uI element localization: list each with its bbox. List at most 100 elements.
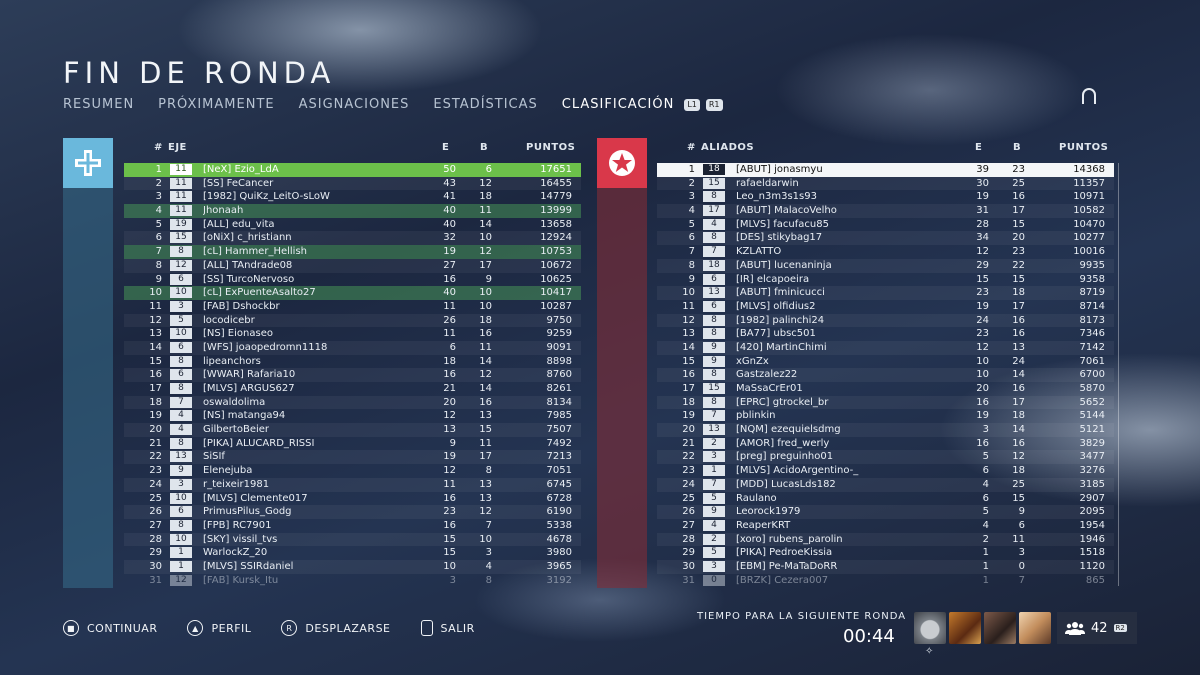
squad-badge: 7: [703, 410, 725, 422]
table-row[interactable]: 22 3 [preg] preguinho01 5 12 3477: [657, 450, 1114, 465]
scrollbar[interactable]: [1118, 163, 1119, 586]
table-row[interactable]: 25 10 [MLVS] Clemente017 16 13 6728: [124, 492, 581, 506]
points-value: 1518: [1079, 547, 1105, 559]
points-value: 8173: [1079, 314, 1105, 326]
table-row[interactable]: 19 4 [NS] matanga94 12 13 7985: [124, 409, 581, 423]
avatar[interactable]: [984, 612, 1016, 644]
table-row[interactable]: 15 9 xGnZx 10 24 7061: [657, 355, 1114, 369]
table-row[interactable]: 3 11 [1982] QuiKz_LeitO-sLoW 41 18 14779: [124, 190, 581, 204]
table-row[interactable]: 29 5 [PIKA] PedroeKissia 1 3 1518: [657, 546, 1114, 560]
table-row[interactable]: 16 8 Gastzalez22 10 14 6700: [657, 368, 1114, 382]
table-row[interactable]: 14 9 [420] MartinChimi 12 13 7142: [657, 340, 1114, 355]
squad-badge: 0: [703, 574, 725, 586]
table-row[interactable]: 31 0 [BRZK] Cezera007 1 7 865: [657, 574, 1114, 586]
avatar[interactable]: [914, 612, 946, 644]
table-row[interactable]: 30 1 [MLVS] SSIRdaniel 10 4 3965: [124, 559, 581, 574]
table-row[interactable]: 26 9 Leorock1979 5 9 2095: [657, 505, 1114, 519]
table-row[interactable]: 16 6 [WWAR] Rafaria10 16 12 8760: [124, 368, 581, 382]
table-row[interactable]: 2 11 [SS] FeCancer 43 12 16455: [124, 176, 581, 191]
table-row[interactable]: 12 5 locodicebr 26 18 9750: [124, 313, 581, 328]
profile-button[interactable]: ▲ PERFIL: [187, 620, 251, 636]
table-row[interactable]: 10 13 [ABUT] fminicucci 23 18 8719: [657, 286, 1114, 300]
table-row[interactable]: 11 3 [FAB] Dshockbr 11 10 10287: [124, 300, 581, 314]
table-row[interactable]: 8 18 [ABUT] lucenaninja 29 22 9935: [657, 258, 1114, 273]
squad-badge: 3: [703, 560, 725, 572]
tab-estadisticas[interactable]: ESTADÍSTICAS: [433, 97, 537, 112]
tab-resumen[interactable]: RESUMEN: [63, 97, 134, 112]
kills-value: 19: [443, 246, 456, 258]
tab-proximamente[interactable]: PRÓXIMAMENTE: [158, 97, 274, 112]
table-row[interactable]: 8 12 [ALL] TAndrade08 27 17 10672: [124, 258, 581, 273]
table-row[interactable]: 6 8 [DES] stikybag17 34 20 10277: [657, 231, 1114, 246]
player-rank: 2: [688, 177, 695, 189]
table-row[interactable]: 27 4 ReaperKRT 4 6 1954: [657, 519, 1114, 533]
table-row[interactable]: 24 7 [MDD] LucasLds182 4 25 3185: [657, 477, 1114, 492]
table-row[interactable]: 29 1 WarlockZ_20 15 3 3980: [124, 546, 581, 560]
table-row[interactable]: 14 6 [WFS] joaopedromn1118 6 11 9091: [124, 340, 581, 355]
table-row[interactable]: 22 13 SiSIf 19 17 7213: [124, 450, 581, 465]
table-row[interactable]: 25 5 Raulano 6 15 2907: [657, 492, 1114, 506]
axis-rows[interactable]: 1 11 [NeX] Ezio_LdA 50 6 17651 2 11 [SS] FeCance…: [124, 163, 581, 586]
table-row[interactable]: 5 4 [MLVS] facufacu85 28 15 10470: [657, 218, 1114, 232]
footer-controls: ■ CONTINUAR ▲ PERFIL R DESPLAZARSE SALIR: [63, 620, 505, 636]
table-row[interactable]: 4 17 [ABUT] MalacoVelho 31 17 10582: [657, 204, 1114, 218]
table-row[interactable]: 26 6 PrimusPilus_Godg 23 12 6190: [124, 505, 581, 519]
table-row[interactable]: 1 11 [NeX] Ezio_LdA 50 6 17651: [124, 163, 581, 177]
player-count-button[interactable]: 42 R2: [1057, 612, 1137, 644]
allies-rows[interactable]: 1 18 [ABUT] jonasmyu 39 23 14368 2 15 rafaeldarw…: [657, 163, 1114, 586]
table-row[interactable]: 21 8 [PIKA] ALUCARD_RISSI 9 11 7492: [124, 437, 581, 451]
table-row[interactable]: 24 3 r_teixeir1981 11 13 6745: [124, 477, 581, 492]
tab-asignaciones[interactable]: ASIGNACIONES: [299, 97, 410, 112]
l1-button-icon[interactable]: L1: [684, 98, 700, 111]
table-row[interactable]: 7 8 [cL] Hammer_Hellish 19 12 10753: [124, 245, 581, 259]
table-row[interactable]: 23 1 [MLVS] AcidoArgentino-_ 6 18 3276: [657, 464, 1114, 478]
table-row[interactable]: 28 10 [SKY] vissil_tvs 15 10 4678: [124, 532, 581, 547]
table-row[interactable]: 28 2 [xoro] rubens_parolin 2 11 1946: [657, 532, 1114, 547]
player-name: PrimusPilus_Godg: [203, 506, 292, 518]
table-row[interactable]: 12 8 [1982] palinchi24 24 16 8173: [657, 313, 1114, 328]
table-row[interactable]: 7 7 KZLATTO 12 23 10016: [657, 245, 1114, 259]
table-row[interactable]: 17 8 [MLVS] ARGUS627 21 14 8261: [124, 382, 581, 396]
table-row[interactable]: 4 11 Jhonaah 40 11 13999: [124, 204, 581, 218]
table-row[interactable]: 2 15 rafaeldarwin 30 25 11357: [657, 176, 1114, 191]
table-row[interactable]: 5 19 [ALL] edu_vita 40 14 13658: [124, 218, 581, 232]
table-row[interactable]: 30 3 [EBM] Pe-MaTaDoRR 1 0 1120: [657, 559, 1114, 574]
table-row[interactable]: 19 7 pblinkin 19 18 5144: [657, 409, 1114, 423]
table-row[interactable]: 18 7 oswaldolima 20 16 8134: [124, 395, 581, 410]
points-value: 7051: [546, 465, 572, 477]
table-row[interactable]: 10 10 [cL] ExPuenteAsalto27 40 10 10417: [124, 286, 581, 300]
exit-button[interactable]: SALIR: [420, 620, 475, 636]
table-row[interactable]: 23 9 Elenejuba 12 8 7051: [124, 464, 581, 478]
points-value: 9358: [1079, 273, 1105, 285]
points-value: 3829: [1079, 437, 1105, 449]
table-row[interactable]: 3 8 Leo_n3m3s1s93 19 16 10971: [657, 190, 1114, 204]
avatar[interactable]: [1019, 612, 1051, 644]
table-row[interactable]: 17 15 MaSsaCrEr01 20 16 5870: [657, 382, 1114, 396]
points-value: 7492: [546, 437, 572, 449]
table-row[interactable]: 20 4 GilbertoBeier 13 15 7507: [124, 423, 581, 437]
player-name: [BA77] ubsc501: [736, 328, 816, 340]
tab-clasificacion[interactable]: CLASIFICACIÓN: [562, 97, 675, 112]
table-row[interactable]: 31 12 [FAB] Kursk_Itu 3 8 3192: [124, 574, 581, 586]
table-row[interactable]: 15 8 lipeanchors 18 14 8898: [124, 355, 581, 369]
table-row[interactable]: 21 2 [AMOR] fred_werly 16 16 3829: [657, 437, 1114, 451]
table-row[interactable]: 11 6 [MLVS] olfidius2 19 17 8714: [657, 300, 1114, 314]
avatar[interactable]: [949, 612, 981, 644]
continue-button[interactable]: ■ CONTINUAR: [63, 620, 157, 636]
kills-value: 19: [443, 451, 456, 463]
table-row[interactable]: 6 15 [oNiX] c_hristiann 32 10 12924: [124, 231, 581, 246]
table-row[interactable]: 20 13 [NQM] ezequielsdmg 3 14 5121: [657, 423, 1114, 437]
table-row[interactable]: 18 8 [EPRC] gtrockel_br 16 17 5652: [657, 395, 1114, 410]
table-row[interactable]: 13 8 [BA77] ubsc501 23 16 7346: [657, 327, 1114, 341]
player-rank: 21: [149, 437, 162, 449]
deaths-value: 3: [1018, 547, 1025, 559]
table-row[interactable]: 9 6 [IR] elcapoeira 15 15 9358: [657, 273, 1114, 287]
r1-button-icon[interactable]: R1: [705, 98, 723, 111]
table-row[interactable]: 9 6 [SS] TurcoNervoso 16 9 10625: [124, 273, 581, 287]
scroll-button[interactable]: R DESPLAZARSE: [281, 620, 390, 636]
player-rank: 14: [149, 341, 162, 353]
table-row[interactable]: 1 18 [ABUT] jonasmyu 39 23 14368: [657, 163, 1114, 177]
table-row[interactable]: 13 10 [NS] Eionaseo 11 16 9259: [124, 327, 581, 341]
table-row[interactable]: 27 8 [FPB] RC7901 16 7 5338: [124, 519, 581, 533]
col-kills: E: [442, 142, 450, 153]
